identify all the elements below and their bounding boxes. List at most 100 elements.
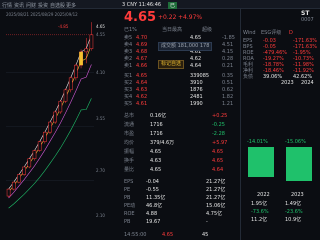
fin-right: 21.27亿 [206,195,226,201]
order-price: 4.69 [136,42,148,48]
price-axis-label: 2.10 [96,213,105,218]
price-axis-label: 3.55 [96,116,105,121]
stat-right-value: 4.65 [212,149,224,155]
mark-watchlist-button[interactable]: 标记自选 [158,60,185,69]
fin-value: -0.04 [146,179,159,185]
ma-line-ma5 [8,34,92,190]
kline-svg [6,22,94,209]
stat-value: 4.65 [150,167,162,173]
highlight-candle [79,51,83,66]
order-volume: 339085 [190,73,210,79]
fin-value: 46.8亿 [146,203,163,209]
candle-body [11,181,16,190]
tick-price: 4.65 [162,232,174,238]
fin-label: PB [124,195,131,201]
order-volume: 1876 [190,87,203,93]
price-axis-label: 4.55 [96,32,105,37]
bottom-value-b: 1.49亿 [285,201,302,207]
price-change: +0.22 [158,14,177,21]
menu-item-quotes[interactable]: 行情 [2,2,12,9]
order-row[interactable]: 买3 4.63 1876 0.62 [122,87,240,94]
order-level: 买4 [124,94,133,100]
stat-value: 4.63 [150,158,162,164]
bar-2024 [286,147,312,181]
top-menu-bar: 行情 资讯 问财 投资 自选股 更多 3 CNY 11:46:46 已 [0,0,320,9]
order-level: 买1 [124,73,133,79]
order-level: 买3 [124,87,133,93]
info-box: 成交额 181,000 178 [158,42,213,51]
stat-value: 379/4.6万 [150,140,175,146]
order-volume: 4.62 [190,56,202,62]
candle-body [68,77,73,91]
menu-item-more[interactable]: 更多 [66,2,76,9]
bar-value: -15.06% [285,139,306,145]
order-row[interactable]: 买2 4.64 3910 0.51 [122,80,240,87]
bar-value: -14.01% [247,139,268,145]
order-row[interactable]: 买1 4.65 339085 0.35 [122,73,240,80]
ma-line-ma10 [8,44,92,193]
stock-code-line: 3 CNY 11:46:46 [122,2,162,8]
candle-body [48,121,52,133]
order-volume: 3910 [190,80,203,86]
fin-right: - [206,219,208,225]
order-extra: 0.35 [222,73,234,79]
menu-item-invest[interactable]: 投资 [38,2,48,9]
stat-row: 均价 379/4.6万 +5.97 [122,140,240,147]
candle-body [84,48,89,53]
metric-value-a: 39.06% [263,74,283,80]
fin-row: ROE 4.88 4.75亿 [122,211,240,218]
order-row[interactable]: 买5 4.61 1990 1.21 [122,101,240,108]
order-price: 4.66 [136,63,148,69]
order-extra: 1.21 [222,101,234,107]
menu-item-wencai[interactable]: 问财 [26,2,36,9]
stat-value: 1716 [150,122,163,128]
candle-body [6,188,11,197]
stat-right-value: 4.65 [212,158,224,164]
stat-right-value: -0.25 [212,122,225,128]
year-label: 2023 [291,192,304,198]
stat-row: 换手 4.63 4.65 [122,158,240,165]
candle-body [58,100,63,113]
order-level: 卖3 [124,49,133,55]
kline-chart[interactable]: 2025/08/21 2025/08/29 2025/09/12 -4.85 4… [0,9,120,240]
stat-row: 总市 0.16亿 +0.25 [122,113,240,120]
order-level: 买5 [124,101,133,107]
stat-label: 量比 [124,167,135,173]
bottom-value-a: 1.95亿 [251,201,268,207]
chart-peak-label: -4.85 [58,24,69,29]
bottom-value-a: -73.6% [251,209,269,215]
fin-label: PB [124,219,131,225]
candle-body [17,174,21,183]
stat-label: 流通 [124,122,135,128]
stat-row: 流通 1716 -0.25 [122,122,240,129]
stat-label: 市盈 [124,131,135,137]
fin-right: 21.27亿 [206,187,226,193]
order-row[interactable]: 卖5 4.70 4.65 -1.85 [122,35,240,42]
order-price: 4.62 [136,94,148,100]
candle-body [89,34,94,49]
bar-2023 [248,147,274,177]
year-label: 2022 [257,192,270,198]
fin-label: ROE [124,211,135,217]
bottom-value-a: 11.2亿 [251,217,268,223]
fin-value: -0.55 [146,187,159,193]
order-extra: -1.85 [222,35,235,41]
stat-value: 1716 [150,131,163,137]
candle-body [63,89,68,102]
metric-label: 负债 [243,74,254,80]
candle-body [74,64,78,79]
stat-right-value: 4.64 [212,167,224,173]
fin-right: 4.75亿 [206,211,223,217]
order-price: 4.70 [136,35,148,41]
menu-item-watchlist[interactable]: 自选股 [50,2,65,9]
candle-body [22,166,26,175]
fin-value: 11.35亿 [146,195,166,201]
menu-item-news[interactable]: 资讯 [14,2,24,9]
quote-panel: 4.65 +0.22 +4.97% 已1% 当日最高 超级 卖5 4.70 4.65… [122,9,240,240]
fin-label: EPS [124,179,134,185]
fundamentals-panel: ST 0007 Wind ESG评级 D EPS -0.03 -171.63% BPS… [240,9,320,240]
order-row[interactable]: 买4 4.62 2481 1.82 [122,94,240,101]
fin-row: PE -0.55 21.27亿 [122,187,240,194]
stat-label: 总市 [124,113,135,119]
stat-value: 4.65 [150,149,162,155]
